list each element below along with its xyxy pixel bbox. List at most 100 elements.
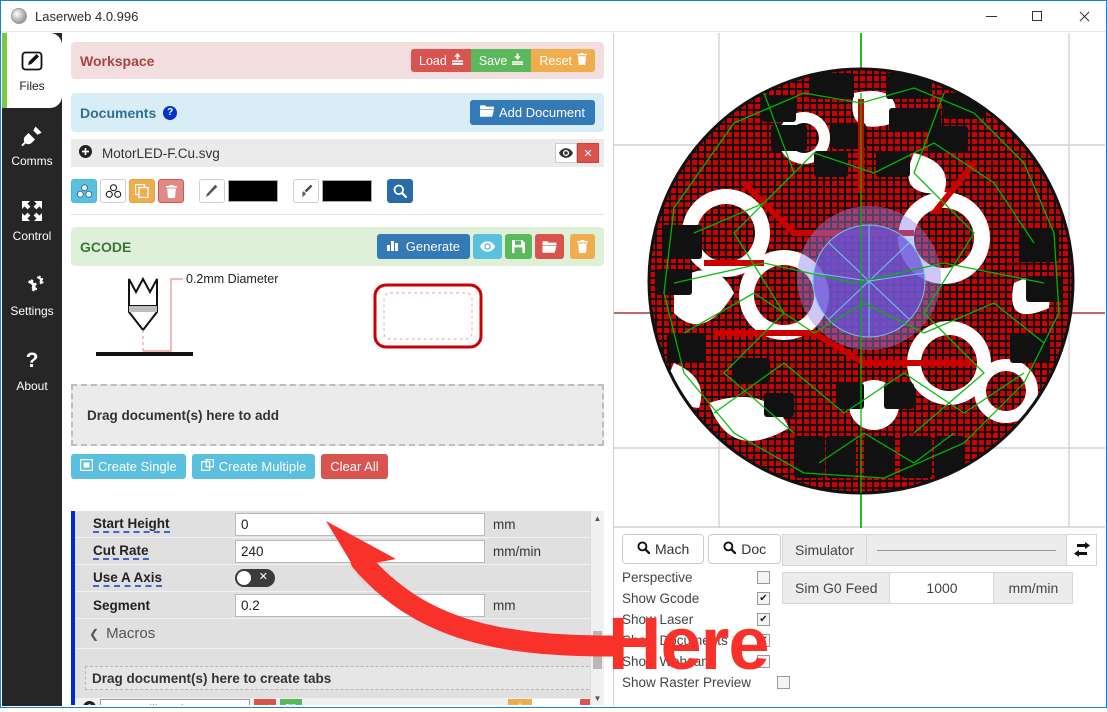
stroke-color-swatch[interactable] — [228, 180, 278, 202]
tabs-dropzone[interactable]: Drag document(s) here to create tabs — [85, 666, 594, 690]
group-objects-icon[interactable] — [71, 179, 97, 203]
wand-icon[interactable] — [254, 698, 276, 705]
add-document-label: Add Document — [499, 105, 585, 120]
operation-row[interactable]: Laser Fill Path ▾ ↑ ↓ — [75, 698, 604, 705]
fill-color-swatch[interactable] — [322, 180, 372, 202]
sidebar-nav: Files Comms Control Settings ? About — [2, 33, 62, 706]
show-webcam-checkbox[interactable] — [757, 655, 770, 668]
checkbox-row-show-gcode[interactable]: Show Gcode ✔ — [622, 588, 770, 609]
clear-all-button[interactable]: Clear All — [321, 454, 388, 479]
maximize-button[interactable] — [1014, 1, 1060, 32]
gears-icon — [19, 273, 45, 299]
sidebar-item-settings[interactable]: Settings — [2, 258, 62, 333]
document-name: MotorLED-F.Cu.svg — [102, 145, 220, 161]
start-height-input[interactable] — [235, 512, 485, 536]
single-op-icon — [80, 459, 94, 474]
create-buttons-row: Create Single Create Multiple Clear All — [71, 454, 604, 479]
3d-preview-viewport[interactable] — [614, 33, 1105, 528]
chevron-down-icon: ▾ — [240, 704, 245, 706]
macros-label: Macros — [106, 625, 156, 642]
segment-unit: mm — [493, 597, 516, 613]
save-disk-icon[interactable] — [280, 698, 302, 705]
sidebar-item-files[interactable]: Files — [2, 33, 62, 108]
checkbox-row-show-documents[interactable]: Show Documents ✔ — [622, 630, 770, 651]
setting-row-cut-rate: Cut Rate mm/min — [75, 538, 604, 565]
simulator-slider-track — [877, 550, 1056, 551]
sim-g0-feed-value[interactable]: 1000 — [890, 572, 995, 604]
trash-icon[interactable] — [158, 179, 184, 203]
show-gcode-label: Show Gcode — [622, 591, 700, 606]
arrow-down-icon[interactable]: ↓ — [556, 698, 580, 705]
create-single-button[interactable]: Create Single — [71, 454, 186, 479]
show-raster-preview-checkbox[interactable] — [777, 676, 790, 689]
plus-circle-icon[interactable] — [79, 145, 92, 161]
minimize-icon — [985, 15, 997, 17]
create-multiple-button[interactable]: Create Multiple — [191, 454, 316, 479]
tab-mach-label: Mach — [655, 541, 690, 557]
perspective-checkbox[interactable] — [757, 571, 770, 584]
sidebar-item-label: Settings — [10, 304, 54, 318]
show-documents-checkbox[interactable]: ✔ — [757, 634, 770, 647]
reset-label: Reset — [539, 53, 572, 68]
operation-type-select[interactable]: Laser Fill Path ▾ — [100, 698, 250, 706]
swap-arrows-icon[interactable] — [1067, 534, 1097, 566]
clear-all-label: Clear All — [330, 459, 379, 474]
brush-icon[interactable] — [293, 179, 319, 203]
checkbox-row-perspective[interactable]: Perspective — [622, 567, 770, 588]
tab-mach[interactable]: Mach — [622, 534, 705, 564]
close-button[interactable] — [1060, 1, 1106, 32]
sidebar-item-about[interactable]: ? About — [2, 333, 62, 408]
sim-g0-feed-unit: mm/min — [994, 572, 1074, 604]
segment-input[interactable] — [235, 593, 485, 617]
upload-icon — [451, 53, 463, 68]
scrollbar-thumb[interactable] — [593, 631, 602, 669]
load-workspace-button[interactable]: Load — [411, 49, 471, 72]
eye-icon[interactable] — [555, 143, 577, 163]
sidebar-item-label: Comms — [11, 154, 53, 168]
toggle-knob — [237, 571, 251, 585]
copy-icon[interactable] — [129, 179, 155, 203]
load-label: Load — [419, 53, 447, 68]
show-laser-checkbox[interactable]: ✔ — [757, 613, 770, 626]
search-icon[interactable] — [387, 179, 413, 203]
files-panel: Workspace Load Save Reset Documents ? Ad… — [62, 33, 613, 706]
settings-scrollbar[interactable]: ▲ ▼ — [590, 511, 604, 705]
ungroup-objects-icon[interactable] — [100, 179, 126, 203]
show-gcode-checkbox[interactable]: ✔ — [757, 592, 770, 605]
power-icon[interactable] — [508, 698, 532, 705]
add-document-button[interactable]: Add Document — [470, 100, 595, 125]
sidebar-item-label: Control — [12, 229, 52, 243]
document-dropzone[interactable]: Drag document(s) here to add — [71, 384, 604, 446]
use-a-axis-label-wrap: Use A Axis — [75, 570, 235, 587]
create-multiple-label: Create Multiple — [218, 459, 307, 474]
cut-rate-input[interactable] — [235, 539, 485, 563]
scroll-up-arrow[interactable]: ▲ — [591, 511, 604, 525]
tab-doc[interactable]: Doc — [708, 534, 782, 564]
save-workspace-button[interactable]: Save — [470, 49, 532, 72]
checkbox-row-show-raster-preview[interactable]: Show Raster Preview — [622, 672, 790, 693]
segment-label-wrap: Segment — [75, 598, 235, 613]
scroll-down-arrow[interactable]: ▼ — [591, 691, 604, 705]
question-circle-icon[interactable]: ? — [163, 105, 178, 120]
document-row[interactable]: MotorLED-F.Cu.svg ✕ — [71, 139, 604, 167]
save-label: Save — [478, 53, 508, 68]
generate-gcode-button[interactable]: Generate — [376, 234, 470, 259]
plus-circle-icon[interactable] — [83, 701, 96, 705]
arrow-up-icon[interactable]: ↑ — [532, 698, 556, 705]
close-icon[interactable]: ✕ — [577, 143, 599, 163]
preview-gcode-button[interactable] — [473, 234, 502, 259]
checkbox-row-show-webcam[interactable]: Show Webcam — [622, 651, 770, 672]
documents-title: Documents — [80, 104, 157, 121]
load-gcode-button[interactable] — [535, 234, 564, 259]
save-gcode-button[interactable] — [505, 234, 532, 259]
use-a-axis-toggle[interactable]: ✕ — [235, 569, 275, 587]
checkbox-row-show-laser[interactable]: Show Laser ✔ — [622, 609, 770, 630]
sidebar-item-comms[interactable]: Comms — [2, 108, 62, 183]
reset-workspace-button[interactable]: Reset — [531, 49, 595, 72]
pencil-icon[interactable] — [199, 179, 225, 203]
macros-section-toggle[interactable]: ❮ Macros — [75, 619, 604, 649]
sidebar-item-control[interactable]: Control — [2, 183, 62, 258]
clear-gcode-button[interactable] — [570, 234, 595, 259]
simulator-slider[interactable] — [867, 534, 1067, 566]
minimize-button[interactable] — [968, 1, 1014, 32]
